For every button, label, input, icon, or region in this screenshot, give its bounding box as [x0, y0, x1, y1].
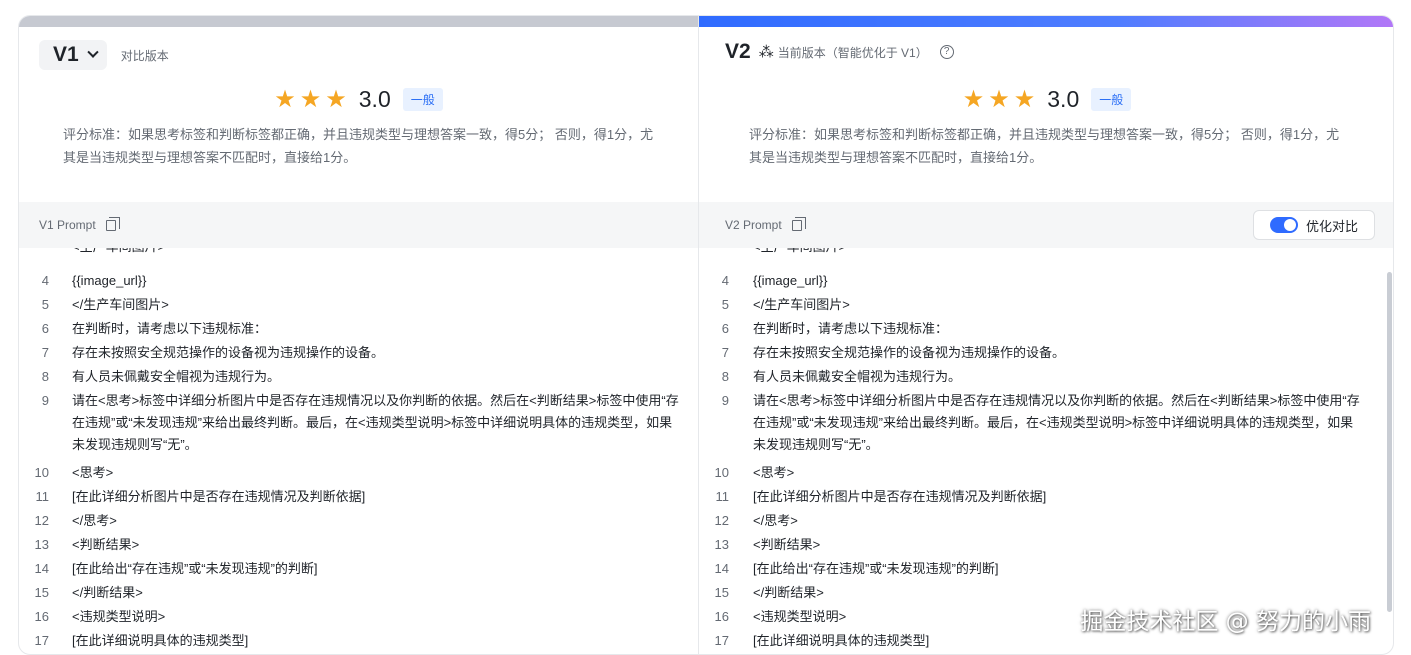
code-line-text: 在判断时，请考虑以下违规标准：: [72, 321, 268, 336]
line-number: 9: [41, 393, 49, 408]
version-label: V2: [725, 40, 751, 63]
line-number: 15: [714, 585, 729, 600]
line-number: 10: [34, 465, 49, 480]
code-line-text: </思考>: [753, 513, 798, 528]
line-number: 5: [41, 297, 49, 312]
star-icon: ★: [962, 85, 985, 113]
version-select[interactable]: V1: [39, 40, 107, 70]
code-line-text: <违规类型说明>: [72, 609, 166, 624]
line-number: 10: [714, 465, 729, 480]
v2-rating: ★ ★ ★ 3.0 一般: [699, 85, 1393, 113]
v1-header: V1 对比版本: [39, 40, 169, 70]
optimize-compare-toggle[interactable]: 优化对比: [1252, 210, 1375, 240]
code-line-text: [在此给出“存在违规”或“未发现违规”的判断]: [753, 561, 999, 576]
line-number: 13: [714, 537, 729, 552]
line-number: 12: [34, 513, 49, 528]
copy-icon[interactable]: [105, 216, 120, 231]
code-line-text: </判断结果>: [753, 585, 824, 600]
line-number: 7: [721, 345, 729, 360]
code-line-text: <生产车间图片>: [72, 248, 682, 258]
v1-panel: V1 对比版本 ★ ★ ★ 3.0 一般 评分标准：如果思考标签和判断标签都正确…: [19, 16, 699, 654]
line-number: 16: [34, 609, 49, 624]
code-line-text: </思考>: [72, 513, 117, 528]
chevron-down-icon: [87, 46, 99, 58]
code-line-text: 在判断时，请考虑以下违规标准：: [753, 321, 949, 336]
v1-rating: ★ ★ ★ 3.0 一般: [19, 86, 698, 113]
code-line-text: 请在<思考>标签中详细分析图片中是否存在违规情况以及你判断的依据。然后在<判断结…: [72, 393, 679, 452]
line-number: 14: [714, 561, 729, 576]
line-number: 16: [714, 609, 729, 624]
line-number: 4: [41, 273, 49, 288]
prompt-label: V2 Prompt: [725, 218, 782, 232]
line-number: 11: [715, 489, 730, 504]
v2-prompt-code: <生产车间图片> 4 {{image_url}} 5 </生产车间图片> 6 在判断时，请考…: [699, 248, 1393, 654]
rating-tag: 一般: [1091, 88, 1132, 111]
v2-header: V2 ⁂ 当前版本（智能优化于 V1） ?: [725, 40, 954, 64]
version-label: V1: [53, 43, 79, 66]
code-line-text: {{image_url}}: [753, 273, 828, 288]
line-number: 11: [35, 489, 50, 504]
rating-tag: 一般: [402, 88, 443, 111]
v2-top-bar: [699, 16, 1393, 27]
code-line-text: <思考>: [72, 465, 114, 480]
line-number: 8: [41, 369, 49, 384]
v1-prompt-bar: V1 Prompt: [19, 202, 698, 248]
scoring-criteria: 评分标准：如果思考标签和判断标签都正确，并且违规类型与理想答案一致，得5分； 否…: [63, 127, 654, 165]
sparkle-icon: ⁂: [758, 44, 774, 61]
scrollbar-thumb[interactable]: [1387, 272, 1392, 612]
scoring-criteria: 评分标准：如果思考标签和判断标签都正确，并且违规类型与理想答案一致，得5分； 否…: [749, 127, 1340, 165]
star-icon: ★: [325, 85, 347, 113]
line-number: 17: [34, 633, 49, 648]
star-icon: ★: [274, 85, 296, 113]
prompt-compare-card: V1 对比版本 ★ ★ ★ 3.0 一般 评分标准：如果思考标签和判断标签都正确…: [18, 15, 1394, 655]
score-value: 3.0: [358, 86, 391, 112]
code-line-text: 有人员未佩戴安全帽视为违规行为。: [72, 369, 281, 384]
line-number: 5: [721, 297, 729, 312]
line-number: 9: [721, 393, 729, 408]
toggle-switch[interactable]: [1269, 217, 1298, 233]
code-line-text: [在此详细分析图片中是否存在违规情况及判断依据]: [72, 489, 366, 504]
v2-prompt-bar: V2 Prompt 优化对比: [699, 202, 1393, 248]
line-number: 14: [34, 561, 49, 576]
line-number: 7: [41, 345, 49, 360]
code-line-text: </生产车间图片>: [753, 297, 850, 312]
code-line-text: <判断结果>: [753, 537, 821, 552]
toggle-label: 优化对比: [1305, 218, 1358, 234]
star-icon: ★: [988, 85, 1010, 113]
version-subtitle: 当前版本（智能优化于 V1）: [777, 45, 928, 60]
star-icon: ★: [299, 85, 322, 113]
line-number: 13: [34, 537, 49, 552]
code-line-text: <生产车间图片>: [753, 248, 1363, 258]
code-line-text: [在此详细说明具体的违规类型]: [72, 633, 249, 648]
v1-prompt-code: <生产车间图片> 4 {{image_url}} 5 </生产车间图片> 6 在判断时，请考…: [19, 248, 698, 654]
code-line-text: 存在未按照安全规范操作的设备视为违规操作的设备。: [72, 345, 385, 360]
score-value: 3.0: [1047, 86, 1080, 112]
line-number: 15: [34, 585, 49, 600]
code-line-text: [在此详细分析图片中是否存在违规情况及判断依据]: [753, 489, 1047, 504]
code-line-text: [在此给出“存在违规”或“未发现违规”的判断]: [72, 561, 318, 576]
code-line-text: </生产车间图片>: [72, 297, 169, 312]
line-number: 8: [721, 369, 729, 384]
code-line-text: </判断结果>: [72, 585, 143, 600]
code-line-text: 存在未按照安全规范操作的设备视为违规操作的设备。: [753, 345, 1066, 360]
copy-icon[interactable]: [791, 216, 806, 231]
version-subtitle: 对比版本: [120, 48, 169, 63]
help-icon[interactable]: ?: [939, 45, 954, 59]
line-number: 12: [714, 513, 729, 528]
code-line-text: <思考>: [753, 465, 795, 480]
prompt-label: V1 Prompt: [39, 218, 96, 232]
code-line-text: 请在<思考>标签中详细分析图片中是否存在违规情况以及你判断的依据。然后在<判断结…: [753, 393, 1360, 452]
watermark: 掘金技术社区 @ 努力的小雨: [1080, 609, 1371, 635]
line-number: 4: [721, 273, 729, 288]
line-number: 6: [41, 321, 49, 336]
v2-panel: V2 ⁂ 当前版本（智能优化于 V1） ? ★ ★ ★ 3.0 一般 评分标准：…: [699, 16, 1393, 654]
v1-top-bar: [19, 16, 698, 27]
code-line-text: 有人员未佩戴安全帽视为违规行为。: [753, 369, 962, 384]
line-number: 17: [714, 633, 729, 648]
code-line-text: <判断结果>: [72, 537, 140, 552]
star-icon: ★: [1013, 85, 1036, 113]
line-number: 6: [721, 321, 729, 336]
code-line-text: {{image_url}}: [72, 273, 147, 288]
